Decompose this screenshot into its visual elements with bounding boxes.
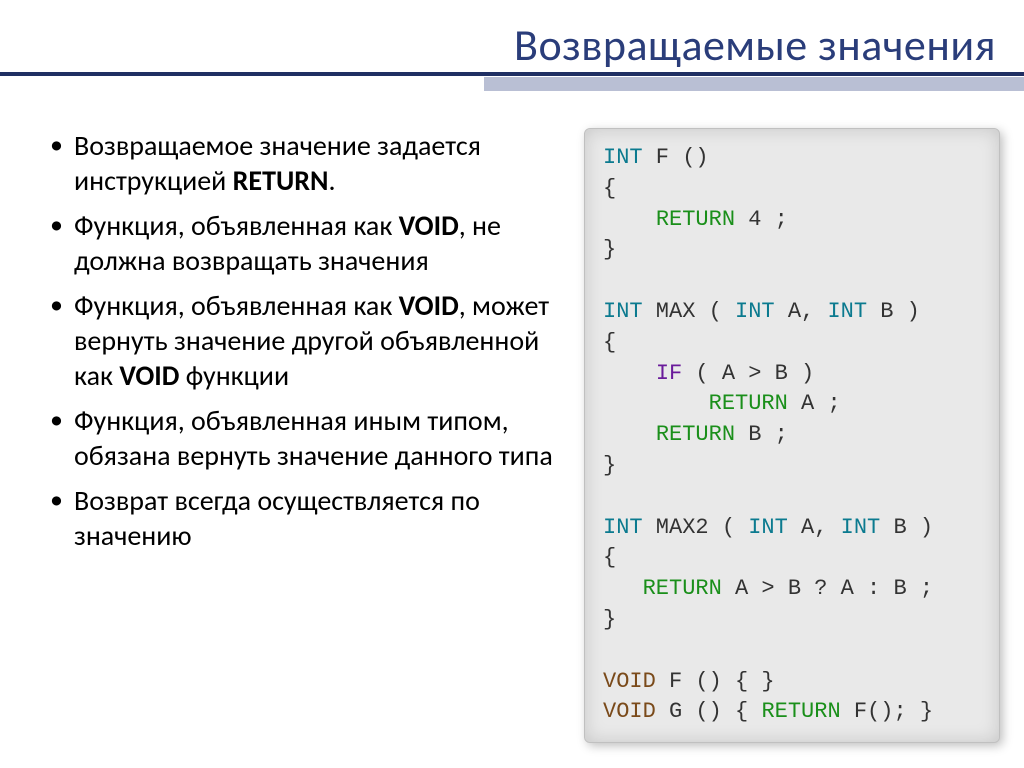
text-bold: VOID	[119, 358, 179, 393]
code: A,	[788, 515, 841, 540]
kw: VOID	[603, 699, 656, 724]
code: }	[603, 237, 616, 262]
text: .	[328, 163, 335, 198]
kw: INT	[827, 299, 867, 324]
slide-header: Возвращаемые значения	[0, 0, 1024, 90]
code: B )	[867, 299, 920, 324]
code: G () {	[656, 699, 762, 724]
list-item: Функция, объявленная как VOID, может вер…	[48, 288, 556, 393]
text-bold: VOID	[399, 208, 459, 243]
code: 4 ;	[735, 207, 788, 232]
kw: RETURN	[656, 207, 735, 232]
kw: INT	[748, 515, 788, 540]
code-block: INT F () { RETURN 4 ; } INT MAX ( INT A,…	[584, 128, 1000, 743]
code: {	[603, 176, 616, 201]
code: {	[603, 545, 616, 570]
kw: INT	[735, 299, 775, 324]
text: Функция, объявленная как	[74, 208, 399, 243]
list-item: Функция, объявленная иным типом, обязана…	[48, 403, 556, 473]
code: B )	[880, 515, 933, 540]
text-bold: RETURN	[233, 163, 329, 198]
code: ( A > B )	[682, 361, 814, 386]
text: Функция, объявленная иным типом, обязана…	[74, 403, 553, 473]
divider-light	[484, 77, 1024, 91]
code: F(); }	[841, 699, 933, 724]
code: B ;	[735, 422, 788, 447]
text: Функция, объявленная как	[74, 288, 399, 323]
bullet-list: Возвращаемое значение задается инструкци…	[48, 128, 556, 743]
code: {	[603, 330, 616, 355]
code: MAX (	[643, 299, 735, 324]
list-item: Функция, объявленная как VOID, не должна…	[48, 208, 556, 278]
kw: VOID	[603, 669, 656, 694]
slide-title: Возвращаемые значения	[514, 18, 996, 72]
code: A ;	[788, 391, 841, 416]
code: A,	[775, 299, 828, 324]
list-item: Возврат всегда осуществляется по значени…	[48, 483, 556, 553]
text-bold: VOID	[399, 288, 459, 323]
code: }	[603, 453, 616, 478]
code: MAX2 (	[643, 515, 749, 540]
code: F () { }	[656, 669, 775, 694]
code	[603, 361, 656, 386]
divider-dark	[0, 72, 1024, 76]
kw: RETURN	[656, 422, 735, 447]
list-item: Возвращаемое значение задается инструкци…	[48, 128, 556, 198]
code: A > B ? A : B ;	[722, 576, 933, 601]
kw: INT	[603, 299, 643, 324]
kw: INT	[603, 515, 643, 540]
kw: INT	[841, 515, 881, 540]
kw: IF	[656, 361, 682, 386]
text: Возврат всегда осуществляется по значени…	[74, 483, 480, 553]
text: функции	[179, 358, 289, 393]
code: }	[603, 607, 616, 632]
kw: INT	[603, 145, 643, 170]
code: F ()	[643, 145, 709, 170]
kw: RETURN	[709, 391, 788, 416]
code	[603, 391, 709, 416]
code	[603, 576, 643, 601]
kw: RETURN	[643, 576, 722, 601]
slide-content: Возвращаемое значение задается инструкци…	[0, 90, 1024, 743]
code	[603, 422, 656, 447]
code	[603, 207, 656, 232]
kw: RETURN	[761, 699, 840, 724]
